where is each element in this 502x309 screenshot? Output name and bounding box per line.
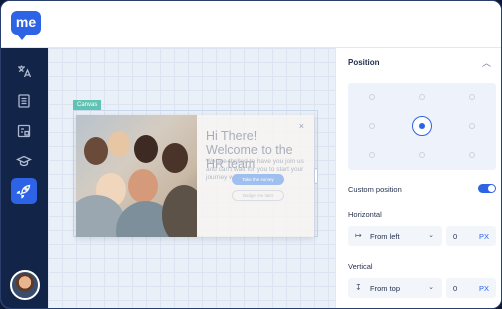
vertical-mode-select[interactable]: ↧ From top ⌄ (348, 278, 442, 298)
horizontal-value: 0 (453, 232, 458, 241)
chevron-up-icon[interactable]: ︿ (482, 56, 491, 69)
user-avatar[interactable] (10, 270, 40, 300)
position-grid (348, 83, 496, 170)
arrow-down-from-line-icon: ↧ (355, 283, 362, 292)
popup-primary-button[interactable]: Take the survey (232, 174, 284, 185)
position-bottom-right[interactable] (469, 152, 475, 158)
top-bar: me (1, 1, 501, 48)
position-bottom-left[interactable] (369, 152, 375, 158)
position-top-left[interactable] (369, 94, 375, 100)
panel-title: Position (348, 58, 380, 67)
gallery-icon[interactable] (12, 119, 36, 143)
graduation-cap-icon[interactable] (12, 149, 36, 173)
chevron-down-icon: ⌄ (428, 232, 434, 239)
chevron-down-icon: ⌄ (428, 284, 434, 291)
canvas-tag: Canvas (73, 100, 102, 110)
custom-position-toggle[interactable] (478, 184, 496, 193)
popup-secondary-button[interactable]: Nudge me later (232, 190, 284, 201)
position-middle-center[interactable] (412, 116, 432, 136)
sidebar (1, 48, 48, 308)
position-middle-right[interactable] (469, 123, 475, 129)
custom-position-label: Custom position (348, 185, 402, 194)
document-icon[interactable] (12, 89, 36, 113)
arrow-right-from-line-icon: ↦ (355, 231, 362, 240)
team-photo (76, 115, 197, 237)
rocket-icon[interactable] (11, 178, 37, 204)
app-logo[interactable]: me (11, 11, 41, 40)
resize-handle[interactable] (314, 168, 318, 184)
horizontal-value-field[interactable]: 0 PX (446, 226, 496, 246)
vertical-mode-value: From top (370, 284, 401, 293)
translate-icon[interactable] (12, 59, 36, 83)
position-top-center[interactable] (419, 94, 425, 100)
horizontal-mode-value: From left (370, 232, 400, 241)
settings-panel: Position ︿ Custom position Horizontal ↦ … (335, 48, 501, 308)
horizontal-mode-select[interactable]: ↦ From left ⌄ (348, 226, 442, 246)
vertical-label: Vertical (348, 262, 373, 271)
vertical-value-field[interactable]: 0 PX (446, 278, 496, 298)
position-middle-left[interactable] (369, 123, 375, 129)
position-top-right[interactable] (469, 94, 475, 100)
horizontal-label: Horizontal (348, 210, 382, 219)
app-window: me Canvas × Hi There! Welcome to the HR … (0, 0, 502, 309)
design-canvas[interactable]: Canvas × Hi There! Welcome to the HR tea… (48, 48, 335, 308)
vertical-value: 0 (453, 284, 458, 293)
position-bottom-center[interactable] (419, 152, 425, 158)
horizontal-unit[interactable]: PX (479, 232, 489, 241)
vertical-unit[interactable]: PX (479, 284, 489, 293)
